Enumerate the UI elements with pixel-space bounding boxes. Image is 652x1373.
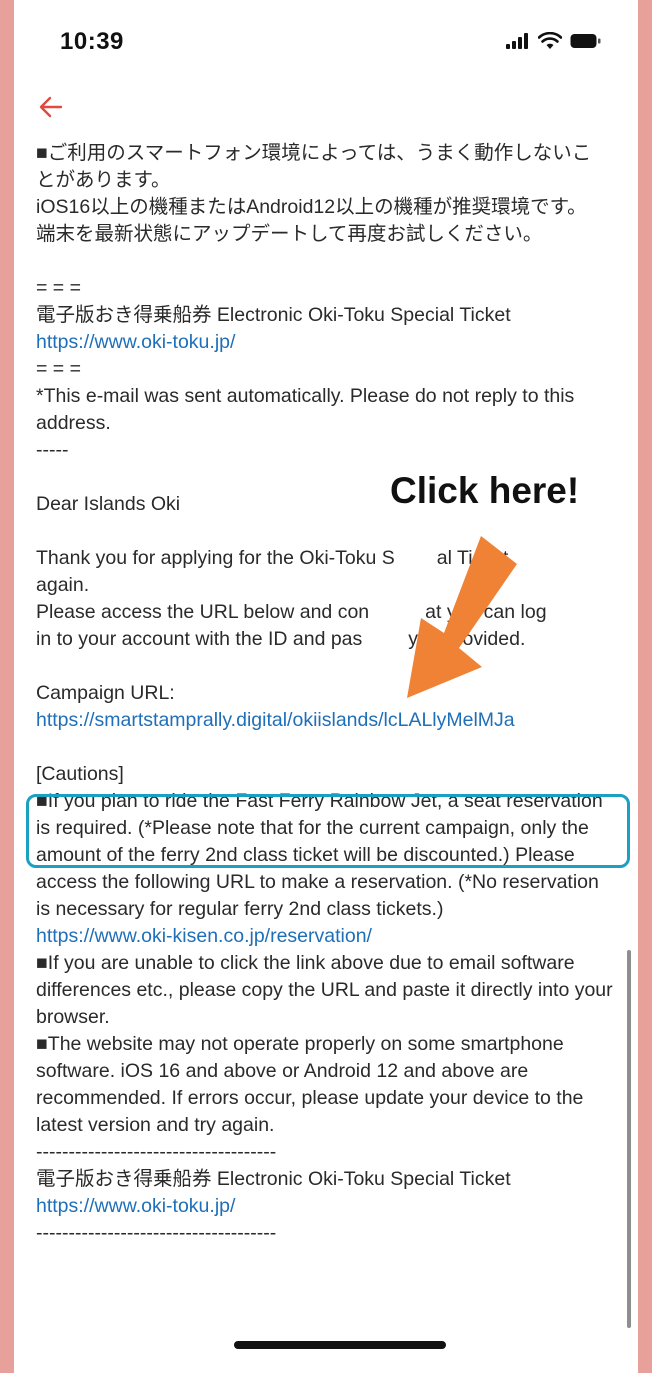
footer-divider: ------------------------------------- [36,1141,277,1163]
access-line-2: in to your account with the ID and pas yo… [36,626,616,653]
status-time: 10:39 [60,28,124,55]
click-here-callout: Click here! [390,470,580,511]
back-arrow-icon[interactable] [36,92,66,122]
battery-icon [570,34,601,48]
access-line-1: Please access the URL below and con at yo… [36,599,616,626]
access-part-1: Please access the URL below and con [36,601,370,623]
product-name: 電子版おき得乗船券 Electronic Oki-Toku Special Ti… [36,304,511,326]
reservation-link[interactable]: https://www.oki-kisen.co.jp/reservation/ [36,923,616,950]
cautions-title: [Cautions] [36,763,124,785]
notice-line-2: とがあります。 [36,169,171,191]
signal-icon [506,33,528,49]
phone-screen: 10:39 ■ご利用のスマートフォン環境によっては、うまく動作しないこ とがあり… [14,0,638,1373]
caution-2: ■If you are unable to click the link abo… [36,952,613,1028]
status-bar: 10:39 [14,0,638,90]
notice-line-1: ■ご利用のスマートフォン環境によっては、うまく動作しないこ [36,142,592,164]
separator: = = = [36,277,81,299]
caution-3: ■The website may not operate properly on… [36,1033,584,1136]
footer-divider: ------------------------------------- [36,1222,277,1244]
thanks-paragraph: Thank you for applying for the Oki-Toku … [36,545,616,572]
home-indicator[interactable] [234,1341,446,1349]
separator: = = = [36,358,81,380]
notice-line-4: 端末を最新状態にアップデートして再度お試しください。 [36,223,543,245]
thanks-part-1: Thank you for applying for the Oki-Toku … [36,547,395,569]
campaign-label: Campaign URL: [36,682,175,704]
wifi-icon [538,32,562,49]
status-icons [506,32,602,50]
notice-line-3: iOS16以上の機種またはAndroid12以上の機種が推奨環境です。 [36,196,587,218]
thanks-part-3: again. [36,574,90,596]
footer-link[interactable]: https://www.oki-toku.jp/ [36,1193,616,1220]
access-part-3: in to your account with the ID and pas [36,628,363,650]
orange-arrow-icon [407,536,517,698]
product-link[interactable]: https://www.oki-toku.jp/ [36,329,616,356]
dash-divider: ----- [36,439,69,461]
campaign-link[interactable]: https://smartstamprally.digital/okiislan… [36,707,616,734]
scrollbar[interactable] [627,950,631,1328]
campaign-highlight-box [26,794,630,868]
email-body: ■ご利用のスマートフォン環境によっては、うまく動作しないこ とがあります。 iO… [36,140,616,1247]
footer-product-name: 電子版おき得乗船券 Electronic Oki-Toku Special Ti… [36,1168,511,1190]
nav-bar [14,88,638,138]
auto-notice: *This e-mail was sent automatically. Ple… [36,385,575,434]
